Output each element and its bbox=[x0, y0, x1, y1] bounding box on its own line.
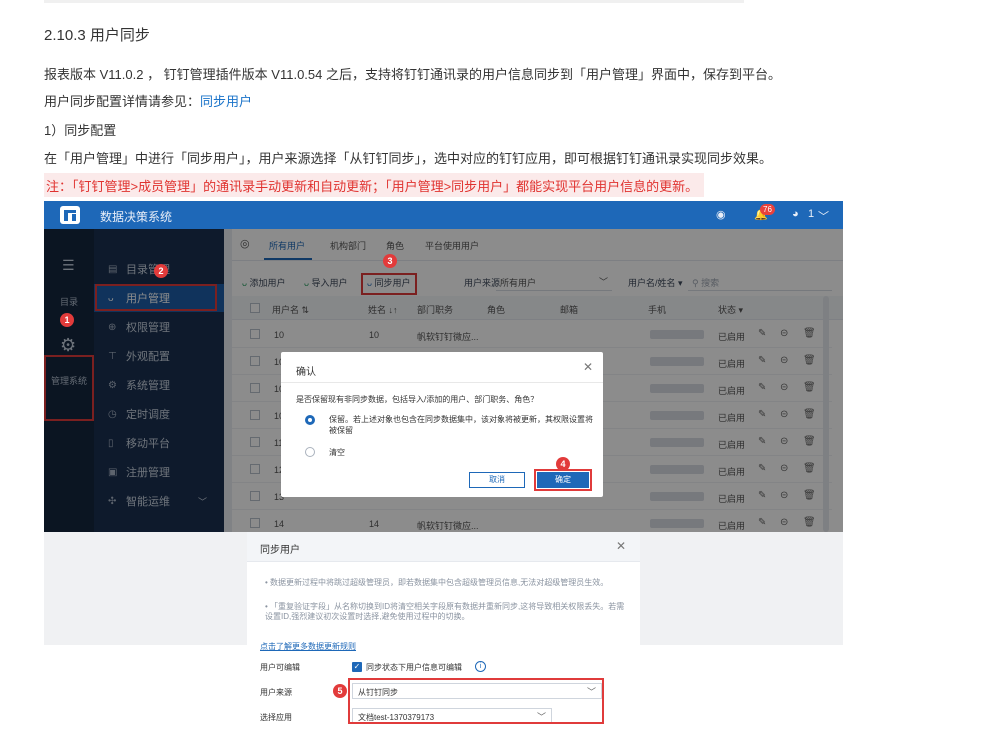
app-header: 数据决策系统 ◉ 🔔 76 ◕ 1 ﹀ bbox=[44, 201, 843, 229]
sync-user-dialog: 同步用户 ✕ • 数据更新过程中将跳过超级管理员，即若数据集中包含超级管理员信息… bbox=[247, 532, 640, 746]
confirm-dialog: 确认 ✕ 是否保留现有非同步数据，包括导入/添加的用户、部门职务、角色？ 保留。… bbox=[281, 352, 603, 497]
step-marker-4: 4 bbox=[556, 457, 570, 471]
close-icon[interactable]: ✕ bbox=[616, 539, 626, 553]
theme-icon[interactable]: ◉ bbox=[716, 208, 726, 221]
user-id: 1 bbox=[808, 208, 815, 220]
step-marker-2: 2 bbox=[154, 264, 168, 278]
paragraph-step1: 1）同步配置 bbox=[44, 123, 117, 138]
confirm-title: 确认 bbox=[296, 367, 316, 378]
option-clear-text: 清空 bbox=[329, 448, 345, 457]
step-marker-5: 5 bbox=[333, 684, 347, 698]
highlight-box-selects bbox=[348, 678, 604, 724]
user-avatar-icon[interactable]: ◕ bbox=[792, 208, 799, 220]
rule-bullet-2: • 「重复验证字段」从名称切换到ID将清空相关字段原有数据并重新同步,这将导致相… bbox=[265, 602, 625, 621]
divider bbox=[281, 382, 603, 383]
cancel-button[interactable]: 取消 bbox=[469, 472, 525, 488]
option-keep-text: 保留。若上述对象也包含在同步数据集中，该对象将被更新，其权限设置将被保留 bbox=[329, 415, 593, 435]
sync-user-link[interactable]: 同步用户 bbox=[200, 94, 252, 109]
top-divider bbox=[44, 0, 744, 3]
notification-badge: 76 bbox=[760, 204, 775, 215]
rules-link[interactable]: 点击了解更多数据更新规则 bbox=[260, 641, 356, 652]
app-logo-icon bbox=[60, 206, 80, 224]
section-heading: 2.10.3 用户同步 bbox=[44, 27, 150, 44]
editable-checkbox[interactable]: ✓ bbox=[352, 662, 362, 672]
radio-clear[interactable] bbox=[305, 447, 315, 457]
confirm-question: 是否保留现有非同步数据，包括导入/添加的用户、部门职务、角色？ bbox=[296, 395, 539, 404]
sync-dialog-header: 同步用户 ✕ bbox=[247, 532, 640, 562]
user-source-label: 用户来源 bbox=[260, 688, 292, 697]
step-marker-1: 1 bbox=[60, 313, 74, 327]
highlight-box-ok bbox=[534, 469, 592, 491]
editable-checkbox-text: 同步状态下用户信息可编辑 bbox=[366, 663, 462, 672]
sync-dialog-title: 同步用户 bbox=[260, 545, 300, 556]
step-marker-3: 3 bbox=[383, 254, 397, 268]
rule-bullet-1-text: 数据更新过程中将跳过超级管理员，即若数据集中包含超级管理员信息,无法对超级管理员… bbox=[270, 578, 609, 587]
app-title: 数据决策系统 bbox=[100, 210, 173, 224]
note-box: 注：「钉钉管理>成员管理」的通讯录手动更新和自动更新；「用户管理>同步用户」都能… bbox=[44, 173, 705, 197]
chevron-down-icon[interactable]: ﹀ bbox=[818, 208, 829, 224]
paragraph-config-ref: 用户同步配置详情请参见：同步用户 bbox=[44, 91, 252, 110]
embedded-screenshot: 数据决策系统 ◉ 🔔 76 ◕ 1 ﹀ ☰ 目录 ⚙ 管理系统 ✂ ▤目录管理 … bbox=[44, 201, 843, 746]
config-ref-text: 用户同步配置详情请参见： bbox=[44, 94, 201, 109]
editable-label: 用户可编辑 bbox=[260, 663, 300, 672]
paragraph-step1-desc: 在「用户管理」中进行「同步用户」，用户来源选择「从钉钉同步」，选中对应的钉钉应用… bbox=[44, 151, 773, 166]
info-icon[interactable]: i bbox=[475, 661, 486, 672]
close-icon[interactable]: ✕ bbox=[583, 360, 593, 374]
app-select-label: 选择应用 bbox=[260, 713, 292, 722]
rule-bullet-2-text: 「重复验证字段」从名称切换到ID将清空相关字段原有数据并重新同步,这将导致相关权… bbox=[265, 602, 625, 621]
paragraph-version: 报表版本 V11.0.2 ， 钉钉管理插件版本 V11.0.54 之后，支持将钉… bbox=[44, 67, 781, 82]
rule-bullet-1: • 数据更新过程中将跳过超级管理员，即若数据集中包含超级管理员信息,无法对超级管… bbox=[265, 578, 609, 587]
radio-keep[interactable] bbox=[305, 415, 315, 425]
